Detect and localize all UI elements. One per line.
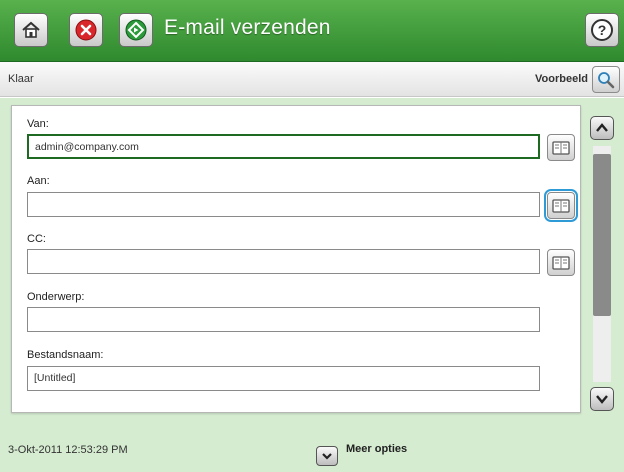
scroll-down-button[interactable] (590, 387, 614, 411)
stop-button[interactable] (69, 13, 103, 47)
status-text: Klaar (8, 73, 34, 85)
filename-field[interactable]: [Untitled] (27, 366, 540, 391)
main-area: Van: admin@company.com Aan: CC: Onderwer… (0, 98, 624, 421)
address-book-icon (552, 140, 570, 155)
to-label: Aan: (27, 175, 50, 187)
footer-bar: 3-Okt-2011 12:53:29 PM Meer opties (0, 421, 624, 472)
preview-button[interactable] (592, 66, 620, 93)
cc-field[interactable] (27, 249, 540, 274)
chevron-down-icon (596, 395, 608, 404)
cc-address-book-button[interactable] (547, 249, 575, 276)
start-button[interactable] (119, 13, 153, 47)
help-icon: ? (591, 19, 613, 41)
subject-field[interactable] (27, 307, 540, 332)
to-field[interactable] (27, 192, 540, 217)
from-label: Van: (27, 118, 49, 130)
magnifier-icon (598, 71, 615, 88)
svg-text:?: ? (598, 22, 607, 38)
from-field[interactable]: admin@company.com (27, 134, 540, 159)
datetime-text: 3-Okt-2011 12:53:29 PM (8, 444, 128, 456)
preview-label: Voorbeeld (535, 73, 588, 85)
cc-label: CC: (27, 233, 46, 245)
filename-label: Bestandsnaam: (27, 349, 104, 361)
subject-label: Onderwerp: (27, 291, 85, 303)
more-options-button[interactable] (316, 446, 338, 466)
scroll-up-button[interactable] (590, 116, 614, 140)
chevron-down-icon (322, 453, 332, 460)
from-address-book-button[interactable] (547, 134, 575, 161)
chevron-up-icon (596, 123, 608, 132)
email-form-panel: Van: admin@company.com Aan: CC: Onderwer… (11, 105, 581, 413)
scroll-thumb[interactable] (593, 154, 611, 316)
start-icon (125, 19, 147, 41)
to-address-book-button[interactable] (544, 189, 578, 222)
address-book-icon (552, 198, 570, 213)
help-button[interactable]: ? (585, 13, 619, 47)
home-icon (22, 21, 40, 38)
home-button[interactable] (14, 13, 48, 47)
more-options-label: Meer opties (346, 443, 408, 455)
status-bar: Klaar Voorbeeld (0, 62, 624, 97)
page-title: E-mail verzenden (164, 16, 331, 39)
title-bar: E-mail verzenden ? (0, 0, 624, 62)
stop-icon (75, 19, 97, 41)
address-book-icon (552, 255, 570, 270)
